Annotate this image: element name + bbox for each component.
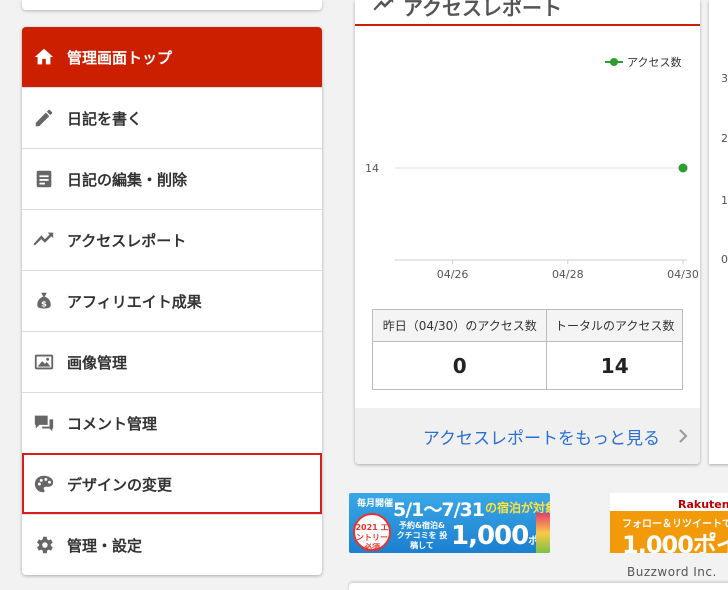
- sidebar-item-label: 管理・設定: [67, 536, 143, 555]
- axis-tick: 2: [721, 132, 728, 145]
- sidebar-item-label: コメント管理: [67, 414, 158, 433]
- sidebar-item-access-report[interactable]: アクセスレポート: [22, 209, 322, 270]
- sidebar-item-label: 管理画面トップ: [67, 48, 173, 67]
- sidebar-item-label: アクセスレポート: [67, 231, 187, 250]
- banner-date: 5/1〜7/31: [393, 495, 485, 522]
- sidebar-item-comment-manage[interactable]: コメント管理: [22, 392, 322, 453]
- sidebar-menu: 管理画面トップ 日記を書く 日記の編集・削除 アクセスレポート $ アフィリエイ…: [22, 27, 322, 575]
- x-tick-label: 04/26: [437, 268, 469, 281]
- access-chart: 14 04/26 04/28 04/30: [365, 162, 699, 281]
- total-access-value: 14: [546, 341, 683, 390]
- banner-points-value: 1,000: [451, 521, 529, 551]
- legend-label: アクセス数: [627, 56, 682, 69]
- svg-text:$: $: [41, 299, 47, 309]
- credit-text: Buzzword Inc.: [627, 565, 717, 579]
- comments-icon: [33, 412, 55, 434]
- x-tick-label: 04/28: [552, 268, 584, 281]
- more-access-report-link[interactable]: アクセスレポートをもっと見る: [423, 424, 660, 449]
- sidebar-item-settings[interactable]: 管理・設定: [22, 514, 322, 575]
- flower-illustration-icon: [536, 513, 550, 553]
- sidebar-item-label: 日記を書く: [67, 109, 143, 128]
- chart-legend[interactable]: アクセス数: [605, 54, 681, 70]
- banner-date-text: 5/1〜7/31: [393, 499, 485, 521]
- y-tick-label: 14: [365, 162, 379, 175]
- rakuten-logo: Rakuten レ: [678, 498, 728, 511]
- rakuten-travel-banner[interactable]: 毎月開催 5/1〜7/31 の宿泊が対象! 2021 エントリー 必須 予約&宿…: [349, 493, 550, 553]
- more-access-report-bar[interactable]: アクセスレポートをもっと見る: [355, 408, 700, 464]
- top-card-remnant: [22, 0, 322, 10]
- pencil-icon: [33, 107, 55, 129]
- report-title: アクセスレポート: [403, 0, 562, 20]
- axis-tick: 0: [721, 253, 728, 266]
- axis-tick: 3: [721, 72, 728, 85]
- sidebar-item-edit-delete[interactable]: 日記の編集・削除: [22, 148, 322, 209]
- access-report-card: アクセスレポート アクセス数 14 04/26 04/28 04/30 昨日（04/3…: [355, 0, 700, 464]
- axis-tick: 1: [721, 194, 728, 207]
- banner-lead: 毎月開催: [357, 499, 394, 509]
- rakuten-follow-banner[interactable]: Rakuten レ フォロー＆リツイートで 1,000ポイ: [610, 493, 728, 553]
- banner-sub: 予約&宿泊& クチコミを 投稿して: [396, 521, 448, 550]
- palette-icon: [33, 473, 55, 495]
- banner-entry-badge: 2021 エントリー 必須: [353, 513, 391, 552]
- gear-icon: [33, 534, 55, 556]
- trending-up-icon: [33, 229, 55, 251]
- money-bag-icon: $: [33, 290, 55, 312]
- sidebar-item-design-change[interactable]: デザインの変更: [22, 453, 322, 514]
- legend-marker-icon: [605, 57, 623, 67]
- yesterday-access-value: 0: [371, 341, 548, 390]
- report-header: アクセスレポート: [355, 0, 700, 26]
- document-icon: [33, 168, 55, 190]
- right-cropped-card: 3 2 1 0: [709, 0, 728, 464]
- total-access-header: トータルのアクセス数: [546, 309, 683, 342]
- sidebar-item-image-manage[interactable]: 画像管理: [22, 331, 322, 392]
- banner-follow-points: 1,000ポイ: [622, 531, 728, 553]
- sidebar-item-label: アフィリエイト成果: [67, 292, 202, 311]
- image-icon: [33, 351, 55, 373]
- data-point[interactable]: [678, 163, 688, 173]
- sidebar-item-label: 画像管理: [67, 353, 128, 372]
- access-stats-table: 昨日（04/30）のアクセス数 トータルのアクセス数 0 14: [371, 309, 683, 390]
- trending-up-icon: [373, 0, 395, 16]
- sidebar-item-affiliate[interactable]: $ アフィリエイト成果: [22, 270, 322, 331]
- chevron-right-icon: [678, 428, 688, 444]
- sidebar-item-write-diary[interactable]: 日記を書く: [22, 87, 322, 148]
- sidebar-item-dashboard-top[interactable]: 管理画面トップ: [22, 27, 322, 87]
- x-tick-label: 04/30: [667, 268, 699, 281]
- bottom-card-remnant: [349, 583, 728, 590]
- home-icon: [33, 46, 55, 68]
- yesterday-access-header: 昨日（04/30）のアクセス数: [371, 309, 548, 342]
- sidebar-item-label: 日記の編集・削除: [67, 170, 188, 189]
- sidebar-item-label: デザインの変更: [67, 475, 173, 494]
